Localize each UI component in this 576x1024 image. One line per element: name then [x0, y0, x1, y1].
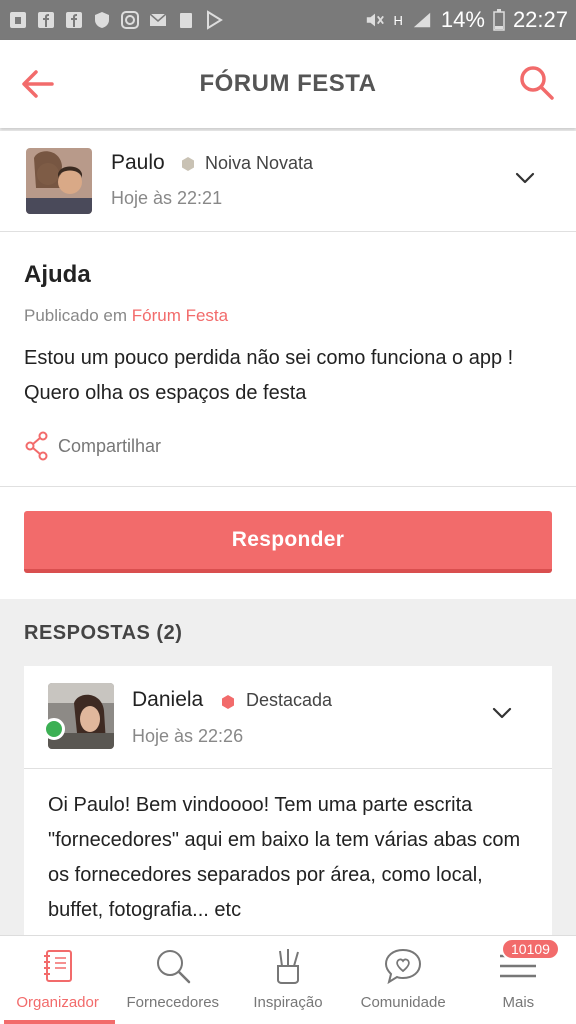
recycle-icon — [176, 10, 196, 30]
notification-icons — [8, 10, 224, 30]
nav-inspiracao[interactable]: Inspiração — [230, 936, 345, 1024]
response-author-row: Daniela Destacada Hoje às 22:26 — [24, 666, 552, 769]
page-title: FÓRUM FESTA — [199, 70, 377, 97]
nav-label: Mais — [502, 994, 535, 1011]
author-name[interactable]: Paulo — [111, 151, 165, 175]
status-bar: H 14% 22:27 — [0, 0, 576, 40]
lock-notification-icon — [8, 10, 28, 30]
forum-post: Paulo Noiva Novata Hoje às 22:21 Ajuda P… — [0, 131, 576, 599]
mute-icon — [364, 10, 386, 30]
nav-organizador[interactable]: Organizador — [0, 936, 116, 1024]
app-header: FÓRUM FESTA — [0, 40, 576, 128]
notebook-icon — [43, 950, 72, 982]
divider — [0, 486, 576, 487]
response-card: Daniela Destacada Hoje às 22:26 Oi Paulo… — [24, 666, 552, 946]
response-timestamp: Hoje às 22:26 — [132, 726, 244, 746]
forum-link[interactable]: Fórum Festa — [132, 306, 228, 325]
search-icon[interactable] — [518, 64, 556, 102]
arrow-left-icon[interactable] — [20, 66, 56, 102]
reply-button[interactable]: Responder — [24, 511, 552, 573]
instagram-icon — [120, 10, 140, 30]
shield-icon — [92, 10, 112, 30]
bottom-nav: Organizador Fornecedores Inspiração Comu… — [0, 935, 576, 1024]
share-label: Compartilhar — [58, 435, 162, 456]
hexagon-badge-icon — [222, 695, 234, 709]
network-type: H — [393, 12, 403, 28]
nav-label: Inspiração — [253, 994, 323, 1011]
nav-comunidade[interactable]: Comunidade — [346, 936, 461, 1024]
chat-heart-icon — [385, 948, 422, 985]
notification-badge: 10109 — [501, 938, 560, 960]
mail-icon — [148, 10, 168, 30]
published-prefix: Publicado em — [24, 306, 128, 325]
post-timestamp: Hoje às 22:21 — [111, 188, 223, 208]
facebook-icon — [36, 10, 56, 30]
facebook-icon — [64, 10, 84, 30]
nav-fornecedores[interactable]: Fornecedores — [115, 936, 230, 1024]
chevron-down-icon[interactable] — [514, 171, 536, 185]
hexagon-badge-icon — [182, 157, 194, 171]
post-title: Ajuda — [24, 261, 91, 288]
nav-label: Organizador — [16, 994, 99, 1011]
share-button[interactable]: Compartilhar — [24, 431, 161, 461]
play-store-icon — [204, 10, 224, 30]
online-status-dot — [43, 718, 65, 740]
nav-label: Comunidade — [360, 994, 446, 1011]
avatar[interactable] — [26, 148, 92, 214]
pencil-cup-icon — [276, 949, 299, 984]
author-name[interactable]: Daniela — [132, 688, 203, 712]
share-icon — [25, 431, 48, 461]
response-body: Oi Paulo! Bem vindoooo! Tem uma parte es… — [48, 794, 521, 921]
author-badge: Destacada — [246, 690, 333, 710]
search-icon — [156, 950, 191, 984]
responses-title: RESPOSTAS (2) — [24, 622, 183, 644]
published-in: Publicado em Fórum Festa — [24, 306, 228, 326]
avatar[interactable] — [43, 683, 114, 749]
clock: 22:27 — [512, 7, 568, 32]
nav-mais[interactable]: Mais 10109 — [461, 936, 576, 1024]
author-badge: Noiva Novata — [205, 153, 314, 173]
battery-icon — [493, 9, 505, 31]
nav-label: Fornecedores — [126, 994, 220, 1011]
system-status: H 14% 22:27 — [364, 7, 568, 33]
chevron-down-icon[interactable] — [491, 706, 513, 720]
signal-icon — [411, 10, 433, 30]
battery-percent: 14% — [440, 7, 485, 32]
post-body: Estou um pouco perdida não sei como func… — [24, 347, 514, 404]
post-author-row: Paulo Noiva Novata Hoje às 22:21 — [0, 131, 576, 232]
